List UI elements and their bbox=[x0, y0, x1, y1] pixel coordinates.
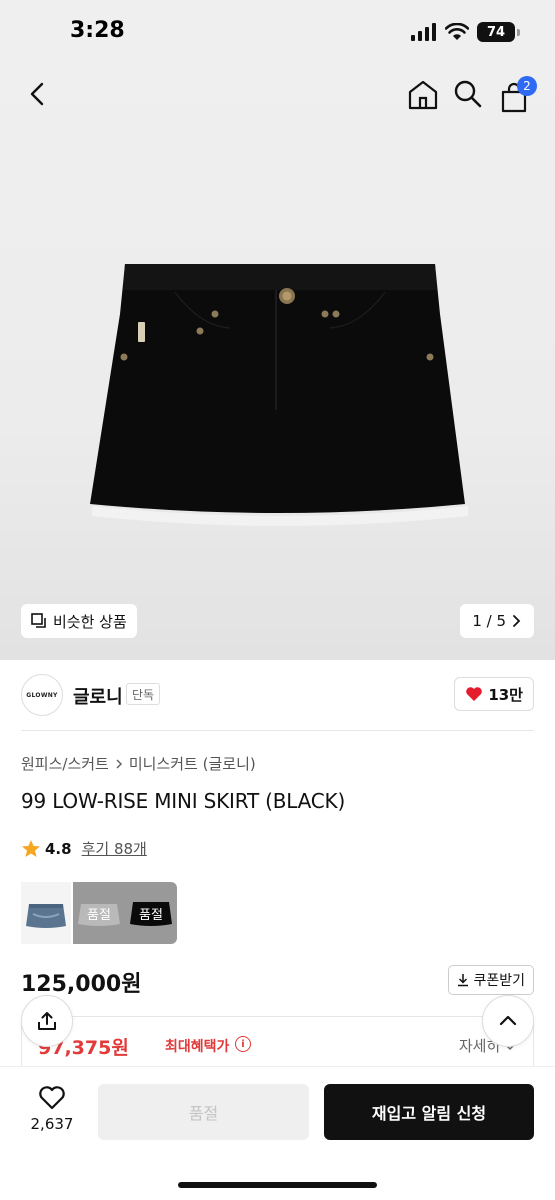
color-option-denim[interactable] bbox=[21, 882, 71, 944]
heart-filled-icon bbox=[466, 687, 483, 701]
wifi-icon bbox=[445, 23, 469, 40]
search-icon bbox=[454, 80, 482, 108]
back-button[interactable] bbox=[22, 78, 54, 110]
page-indicator-text: 1 / 5 bbox=[472, 612, 506, 630]
exclusive-badge: 단독 bbox=[126, 683, 161, 705]
share-icon bbox=[38, 1012, 56, 1030]
product-price: 125,000원 bbox=[21, 972, 142, 997]
brand-like-button[interactable]: 13만 bbox=[454, 677, 534, 711]
max-benefit-label: 최대혜택가 bbox=[165, 1039, 230, 1055]
image-page-indicator[interactable]: 1 / 5 bbox=[460, 604, 534, 638]
sold-out-label: 품절 bbox=[87, 907, 111, 923]
share-button[interactable] bbox=[21, 995, 73, 1047]
battery-icon: 74 bbox=[477, 22, 520, 42]
product-image bbox=[90, 264, 468, 526]
color-option-black[interactable]: 품절 bbox=[125, 882, 177, 944]
scroll-to-top-button[interactable] bbox=[482, 995, 534, 1047]
breadcrumb-subcategory[interactable]: 미니스커트 (글로니) bbox=[129, 753, 256, 774]
brand-logo[interactable]: GLOWNY bbox=[21, 674, 63, 716]
download-icon bbox=[458, 974, 469, 987]
bottom-action-bar: 2,637 품절 재입고 알림 신청 bbox=[0, 1066, 555, 1200]
cart-count-badge: 2 bbox=[517, 76, 537, 96]
divider bbox=[21, 730, 534, 731]
chevron-left-icon bbox=[30, 82, 44, 106]
chevron-up-icon bbox=[499, 1015, 517, 1026]
heart-outline-icon bbox=[39, 1086, 65, 1110]
chevron-right-icon bbox=[513, 615, 521, 627]
status-bar: 3:28 74 bbox=[0, 0, 555, 64]
signal-icon bbox=[411, 23, 436, 41]
chevron-right-icon bbox=[116, 758, 122, 769]
home-button[interactable] bbox=[406, 78, 440, 112]
color-options: 품절 품절 bbox=[21, 882, 177, 944]
similar-products-button[interactable]: 비슷한 상품 bbox=[21, 604, 137, 638]
brand-like-count: 13만 bbox=[488, 685, 523, 704]
info-icon[interactable]: i bbox=[235, 1036, 251, 1052]
breadcrumb-category[interactable]: 원피스/스커트 bbox=[21, 753, 109, 774]
coupon-button[interactable]: 쿠폰받기 bbox=[448, 965, 534, 995]
wishlist-count: 2,637 bbox=[30, 1115, 74, 1133]
product-image-area[interactable] bbox=[0, 64, 555, 660]
status-icons: 74 bbox=[411, 22, 520, 42]
home-icon bbox=[408, 80, 438, 110]
star-icon bbox=[22, 839, 40, 857]
status-time: 3:28 bbox=[70, 18, 125, 43]
product-title: 99 LOW-RISE MINI SKIRT (BLACK) bbox=[21, 789, 346, 813]
breadcrumb: 원피스/스커트 미니스커트 (글로니) bbox=[21, 753, 256, 774]
color-option-grey[interactable]: 품절 bbox=[73, 882, 125, 944]
search-button[interactable] bbox=[452, 78, 484, 110]
sold-out-label: 품절 bbox=[139, 907, 163, 923]
brand-name[interactable]: 글로니 bbox=[73, 683, 123, 709]
brand-logo-text: GLOWNY bbox=[26, 691, 58, 699]
restock-alert-button[interactable]: 재입고 알림 신청 bbox=[324, 1084, 534, 1140]
home-indicator bbox=[178, 1182, 377, 1188]
similar-products-label: 비슷한 상품 bbox=[53, 612, 127, 631]
coupon-label: 쿠폰받기 bbox=[473, 973, 525, 989]
wishlist-button[interactable]: 2,637 bbox=[26, 1085, 78, 1133]
sold-out-button[interactable]: 품절 bbox=[98, 1084, 309, 1140]
sold-out-color-group: 품절 품절 bbox=[73, 882, 177, 944]
rating-row: 4.8 후기 88개 bbox=[21, 838, 147, 859]
battery-level: 74 bbox=[486, 24, 506, 40]
thumbnail-image bbox=[21, 882, 71, 944]
cart-button[interactable]: 2 bbox=[498, 76, 537, 114]
rating-value: 4.8 bbox=[45, 839, 72, 858]
review-link[interactable]: 후기 88개 bbox=[82, 838, 147, 859]
similar-items-icon bbox=[31, 613, 46, 628]
